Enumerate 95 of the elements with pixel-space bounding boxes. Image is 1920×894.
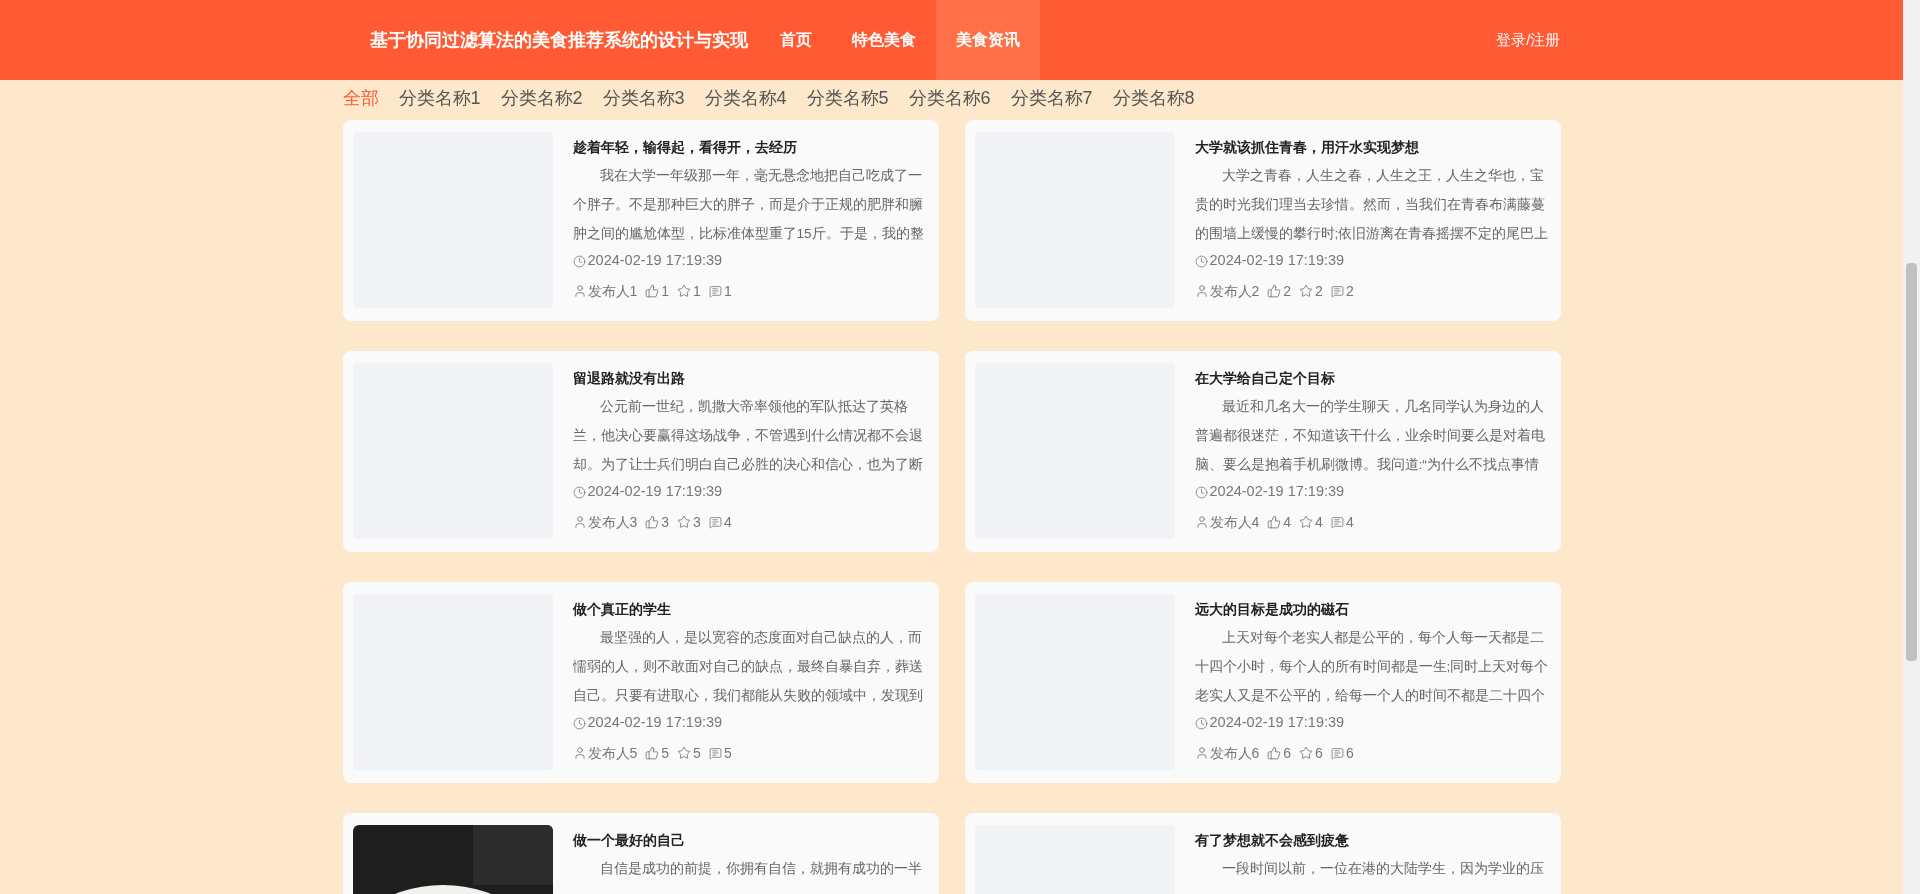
thumbs-up-icon (645, 515, 660, 529)
article-title[interactable]: 做一个最好的自己 (572, 830, 929, 850)
comment-icon (1330, 284, 1344, 298)
favorite-count: 4 (1315, 512, 1323, 532)
author-name: 发布人5 (587, 743, 638, 763)
user-icon (572, 284, 587, 298)
clock-icon (1194, 254, 1208, 268)
clock-icon (572, 254, 586, 268)
comment-count: 4 (723, 512, 732, 532)
category-tab[interactable]: 分类名称5 (806, 86, 889, 110)
favorite-count: 3 (693, 512, 701, 532)
publish-date: 2024-02-19 17:19:39 (587, 251, 723, 271)
comment-count: 2 (1345, 281, 1354, 301)
thumbs-up-icon (645, 746, 660, 760)
publish-date: 2024-02-19 17:19:39 (1209, 713, 1345, 733)
like-count: 5 (661, 743, 670, 763)
user-icon (572, 515, 587, 529)
comment-icon (1330, 746, 1344, 760)
scrollbar[interactable] (1903, 0, 1920, 894)
clock-icon (572, 485, 586, 499)
category-tab[interactable]: 分类名称6 (908, 86, 991, 110)
comment-icon (708, 515, 722, 529)
category-tab[interactable]: 分类名称3 (602, 86, 685, 110)
star-icon (677, 284, 692, 298)
thumbs-up-icon (1267, 515, 1282, 529)
clock-icon (1194, 485, 1208, 499)
author-name: 发布人2 (1209, 281, 1260, 301)
article-title[interactable]: 远大的目标是成功的磁石 (1194, 599, 1551, 619)
publish-date: 2024-02-19 17:19:39 (587, 713, 723, 733)
star-icon (1299, 284, 1314, 298)
comment-icon (708, 746, 722, 760)
article-summary: 公元前一世纪，凯撒大帝率领他的军队抵达了英格兰，他决心要赢得这场战争，不管遇到什么情况都不会退却。为了让士兵们明白自己必胜的决心和信心，也为了断 (572, 398, 924, 474)
author-name: 发布人6 (1209, 743, 1260, 763)
category-tab[interactable]: 分类名称2 (500, 86, 583, 110)
category-tab[interactable]: 分类名称8 (1112, 86, 1195, 110)
thumbs-up-icon (645, 284, 660, 298)
user-icon (1194, 515, 1209, 529)
like-count: 1 (661, 281, 670, 301)
favorite-count: 1 (693, 281, 701, 301)
user-icon (572, 746, 587, 760)
author-name: 发布人1 (587, 281, 638, 301)
comment-count: 5 (723, 743, 732, 763)
favorite-count: 6 (1315, 743, 1323, 763)
author-name: 发布人4 (1209, 512, 1260, 532)
favorite-count: 2 (1315, 281, 1323, 301)
user-icon (1194, 284, 1209, 298)
star-icon (677, 746, 692, 760)
like-count: 6 (1283, 743, 1292, 763)
article-card[interactable]: 留退路就没有出路 公元前一世纪，凯撒大帝率领他的军队抵达了英格兰，他决心要赢得这场战争，不管遇到什么情况都不会退却。为了让士兵们明白自己必胜的决心和信心，也为了断 2024-02-19 17:19:39 发布人3 3 3 4 (342, 351, 939, 552)
article-summary: 我在大学一年级那一年，毫无悬念地把自己吃成了一个胖子。不是那种巨大的胖子，而是介于正规的肥胖和臃肿之间的尴尬体型，比标准体型重了15斤。于是，我的整 (572, 167, 925, 243)
article-summary: 一段时间以前，一位在港的大陆学生，因为学业的压 (1220, 860, 1545, 878)
comment-icon (1330, 515, 1344, 529)
article-title[interactable]: 大学就该抓住青春，用汗水实现梦想 (1194, 137, 1551, 157)
article-card[interactable]: 趁着年轻，输得起，看得开，去经历 我在大学一年级那一年，毫无悬念地把自己吃成了一个胖子。不是那种巨大的胖子，而是介于正规的肥胖和臃肿之间的尴尬体型，比标准体型重了15斤。于是，我的整 2024-02-19 17:19:39 发布人1 1 1 1 (342, 120, 939, 321)
star-icon (1299, 746, 1314, 760)
article-summary: 大学之青春，人生之春，人生之王，人生之华也，宝贵的时光我们理当去珍惜。然而，当我们在青春布满藤蔓的围墙上缓慢的攀行时;依旧游离在青春摇摆不定的尾巴上 (1194, 167, 1550, 243)
comment-count: 6 (1345, 743, 1354, 763)
category-tab[interactable]: 分类名称1 (398, 86, 481, 110)
publish-date: 2024-02-19 17:19:39 (1209, 482, 1345, 502)
comment-count: 1 (723, 281, 732, 301)
like-count: 4 (1283, 512, 1292, 532)
thumbs-up-icon (1267, 746, 1282, 760)
article-title[interactable]: 做个真正的学生 (572, 599, 929, 619)
star-icon (1299, 515, 1314, 529)
article-card[interactable]: 有了梦想就不会感到疲惫 一段时间以前，一位在港的大陆学生，因为学业的压 (964, 813, 1561, 894)
article-summary: 最近和几名大一的学生聊天，几名同学认为身边的人普遍都很迷茫，不知道该干什么，业余时间要么是对着电脑、要么是抱着手机刷微博。我问道:“为什么不找点事情 (1194, 398, 1546, 474)
article-card[interactable]: 大学就该抓住青春，用汗水实现梦想 大学之青春，人生之春，人生之王，人生之华也，宝贵的时光我们理当去珍惜。然而，当我们在青春布满藤蔓的围墙上缓慢的攀行时;依旧游离在青春摇摆不定的尾巴上 2024-02-19 17:19:39 发布人2 2 2 2 (964, 120, 1561, 321)
publish-date: 2024-02-19 17:19:39 (587, 482, 723, 502)
article-title[interactable]: 有了梦想就不会感到疲惫 (1194, 830, 1551, 850)
like-count: 2 (1283, 281, 1292, 301)
article-summary: 最坚强的人，是以宽容的态度面对自己缺点的人，而懦弱的人，则不敢面对自己的缺点，最终自暴自弃，葬送自己。只要有进取心，我们都能从失败的领域中，发现到 (572, 629, 924, 705)
article-summary: 上天对每个老实人都是公平的，每个人每一天都是二十四个小时，每个人的所有时间都是一生;同时上天对每个老实人又是不公平的，给每一个人的时间不都是二十四个 (1194, 629, 1550, 705)
clock-icon (572, 716, 586, 730)
like-count: 3 (661, 512, 670, 532)
favorite-count: 5 (693, 743, 701, 763)
author-name: 发布人3 (587, 512, 638, 532)
clock-icon (1194, 716, 1208, 730)
article-title[interactable]: 在大学给自己定个目标 (1194, 368, 1551, 388)
site-title: 基于协同过滤算法的美食推荐系统的设计与实现 (368, 28, 748, 52)
scrollbar-thumb[interactable] (1906, 263, 1917, 661)
publish-date: 2024-02-19 17:19:39 (1209, 251, 1345, 271)
comment-icon (708, 284, 722, 298)
category-tab[interactable]: 分类名称4 (704, 86, 787, 110)
article-title[interactable]: 留退路就没有出路 (572, 368, 929, 388)
article-summary: 自信是成功的前提，你拥有自信，就拥有成功的一半 (598, 860, 923, 878)
article-card[interactable]: 做一个最好的自己 自信是成功的前提，你拥有自信，就拥有成功的一半 (342, 813, 939, 894)
star-icon (677, 515, 692, 529)
comment-count: 4 (1345, 512, 1354, 532)
article-title[interactable]: 趁着年轻，输得起，看得开，去经历 (572, 137, 929, 157)
article-card[interactable]: 远大的目标是成功的磁石 上天对每个老实人都是公平的，每个人每一天都是二十四个小时，每个人的所有时间都是一生;同时上天对每个老实人又是不公平的，给每一个人的时间不都是二十四个 2024-02-19 17:19:39 发布人6 6 6 6 (964, 582, 1561, 783)
article-card[interactable]: 在大学给自己定个目标 最近和几名大一的学生聊天，几名同学认为身边的人普遍都很迷茫，不知道该干什么，业余时间要么是对着电脑、要么是抱着手机刷微博。我问道:“为什么不找点事情 2024-02-19 17:19:39 发布人4 4 4 4 (964, 351, 1561, 552)
category-tab[interactable]: 分类名称7 (1010, 86, 1093, 110)
article-card[interactable]: 做个真正的学生 最坚强的人，是以宽容的态度面对自己缺点的人，而懦弱的人，则不敢面对自己的缺点，最终自暴自弃，葬送自己。只要有进取心，我们都能从失败的领域中，发现到 2024-02-19 17:19:39 发布人5 5 5 5 (342, 582, 939, 783)
user-icon (1194, 746, 1209, 760)
thumbs-up-icon (1267, 284, 1282, 298)
